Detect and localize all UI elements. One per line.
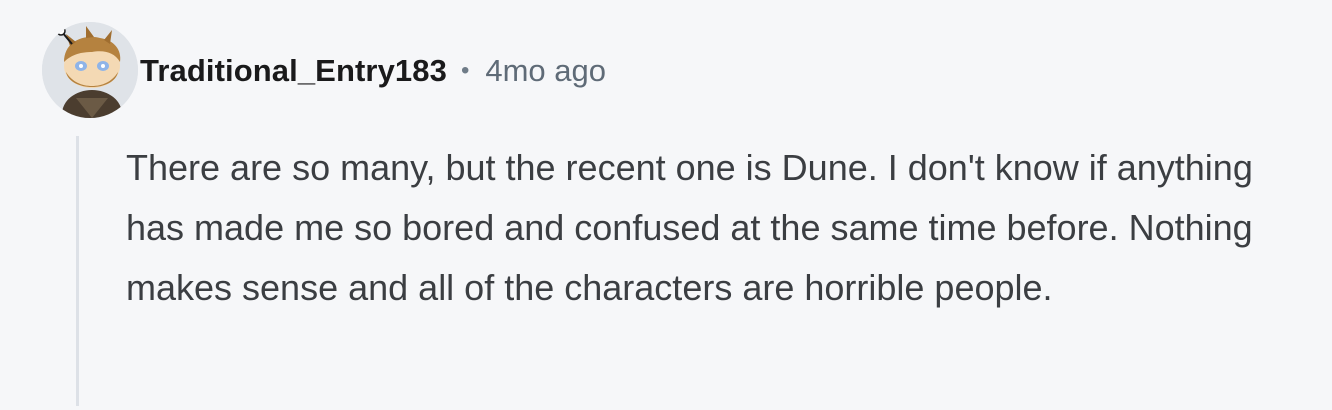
comment: Traditional_Entry183 • 4mo ago There are… — [0, 0, 1332, 410]
comment-meta: Traditional_Entry183 • 4mo ago — [140, 48, 606, 94]
meta-separator: • — [460, 57, 470, 84]
author-username[interactable]: Traditional_Entry183 — [140, 53, 447, 89]
comment-body: There are so many, but the recent one is… — [126, 147, 1253, 308]
thread-collapse-line[interactable] — [76, 136, 79, 406]
snoo-avatar-icon — [42, 22, 138, 118]
user-avatar[interactable] — [42, 22, 138, 118]
comment-timestamp[interactable]: 4mo ago — [485, 53, 606, 89]
